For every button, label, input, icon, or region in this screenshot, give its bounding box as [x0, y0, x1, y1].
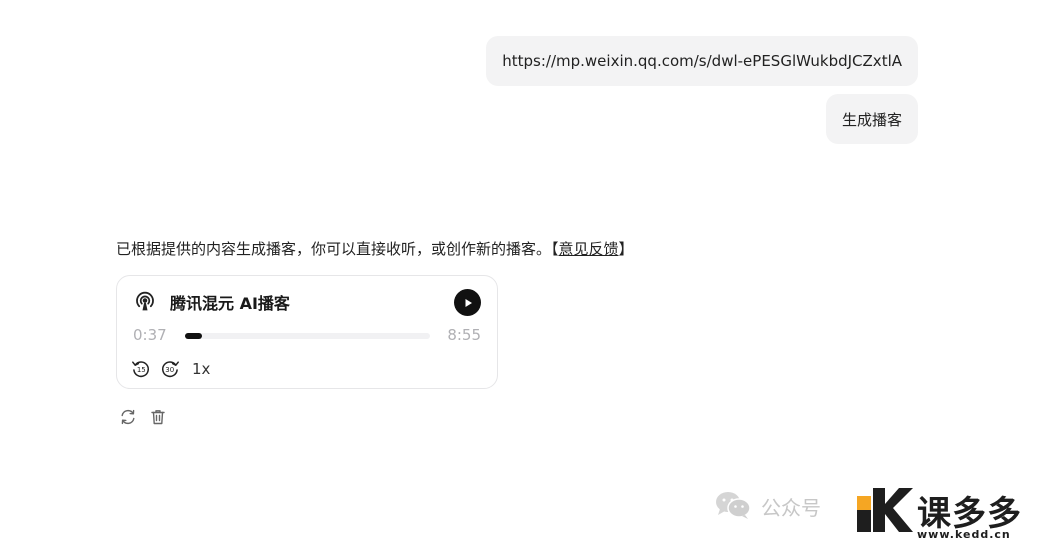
wechat-icon — [714, 490, 752, 520]
svg-text:15: 15 — [137, 366, 146, 374]
total-time: 8:55 — [447, 326, 481, 344]
kedd-logo: 课多多 www.kedd.cn — [855, 486, 1051, 544]
skip-back-15-icon: 15 — [132, 361, 149, 378]
podcast-player: 腾讯混元 AI播客 0:37 8:55 15 30 1x — [116, 275, 498, 389]
user-message-url-text: https://mp.weixin.qq.com/s/dwl-ePESGlWuk… — [502, 52, 902, 70]
assistant-reply-bracket: 】 — [618, 240, 634, 258]
skip-forward-30-icon: 30 — [162, 361, 179, 378]
podcast-icon — [134, 290, 156, 312]
player-title: 腾讯混元 AI播客 — [170, 294, 290, 313]
user-message-request: 生成播客 — [825, 94, 918, 144]
trash-icon[interactable] — [149, 408, 167, 426]
logo-k-mark — [857, 488, 913, 532]
svg-text:30: 30 — [165, 366, 174, 374]
progress-fill — [185, 333, 202, 339]
feedback-link[interactable]: 意见反馈 — [559, 240, 619, 258]
logo-url: www.kedd.cn — [917, 528, 1011, 541]
playback-speed-button[interactable]: 1x — [192, 360, 210, 378]
progress-bar[interactable] — [185, 333, 430, 339]
refresh-icon[interactable] — [119, 408, 137, 426]
user-message-request-text: 生成播客 — [841, 110, 902, 129]
watermark-label: 公众号 — [761, 496, 821, 520]
skip-forward-button[interactable]: 30 — [160, 359, 180, 379]
play-button[interactable] — [454, 289, 481, 316]
current-time: 0:37 — [133, 326, 167, 344]
assistant-reply: 已根据提供的内容生成播客，你可以直接收听，或创作新的播客。【意见反馈】 — [116, 238, 634, 259]
skip-back-button[interactable]: 15 — [131, 359, 151, 379]
assistant-reply-text: 已根据提供的内容生成播客，你可以直接收听，或创作新的播客。【 — [116, 240, 559, 258]
user-message-url: https://mp.weixin.qq.com/s/dwl-ePESGlWuk… — [486, 36, 918, 86]
play-icon — [465, 298, 472, 307]
